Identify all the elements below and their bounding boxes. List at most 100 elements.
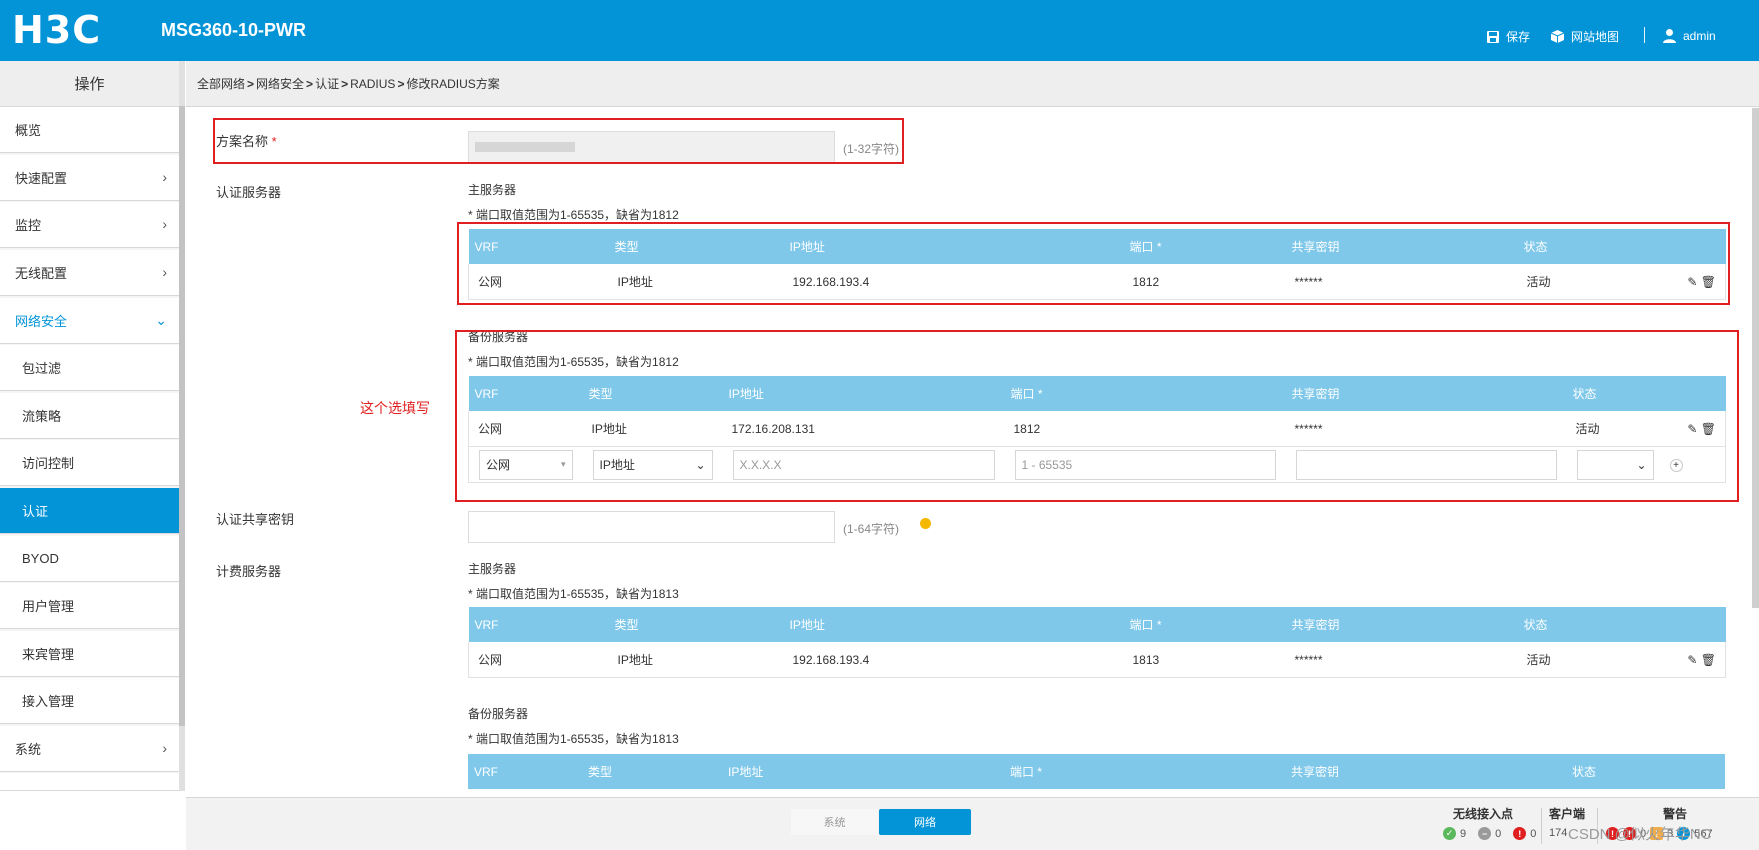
sidebar-item-label: 访问控制 <box>22 456 75 471</box>
col-port: 端口 * <box>1123 607 1286 642</box>
ap-off-count: 0 <box>1495 827 1502 840</box>
col-status: 状态 <box>1566 754 1663 789</box>
sidebar-item-network-security[interactable]: 网络安全 ⌄ <box>0 298 179 344</box>
user-icon <box>1663 29 1676 43</box>
sidebar-item-monitor[interactable]: 监控 › <box>0 202 179 248</box>
sidebar-item-label: 包过滤 <box>22 361 62 376</box>
main-scrollbar[interactable] <box>1752 108 1759 608</box>
sidebar-item-quick-config[interactable]: 快速配置 › <box>0 155 179 201</box>
breadcrumb: 全部网络 > 网络安全 > 认证 > RADIUS > 修改RADIUS方案 <box>186 61 1759 107</box>
cell-key: ****** <box>1285 642 1518 678</box>
tab-system[interactable]: 系统 <box>791 809 878 835</box>
sidebar-item-user-management[interactable]: 用户管理 <box>0 583 179 629</box>
save-label: 保存 <box>1506 30 1531 44</box>
acct-server-label: 计费服务器 <box>216 564 282 579</box>
sidebar-item-label: 网络安全 <box>15 314 68 329</box>
table-header-row: VRF 类型 IP地址 端口 * 共享密钥 状态 <box>468 754 1725 789</box>
sidebar-item-tools[interactable]: 工具 <box>0 773 179 791</box>
ap-status-line: ✓ 9 −0 ! 0 <box>1443 827 1536 840</box>
sidebar-item-label: 无线配置 <box>15 266 68 281</box>
col-actions <box>1663 754 1725 789</box>
cell-status: 活动 <box>1517 642 1668 678</box>
auth-server-label: 认证服务器 <box>216 185 282 200</box>
wireless-ap-label: 无线接入点 <box>1453 807 1514 821</box>
user-menu[interactable]: admin <box>1662 28 1716 43</box>
col-port: 端口 * <box>1004 754 1285 789</box>
col-type: 类型 <box>608 607 784 642</box>
csdn-watermark: CSDN @似火年华NC <box>1568 826 1712 843</box>
cell-port: 1813 <box>1123 642 1286 678</box>
save-button[interactable]: 保存 <box>1486 28 1530 45</box>
breadcrumb-current: 修改RADIUS方案 <box>406 77 500 91</box>
sidebar-item-label: 监控 <box>15 218 42 233</box>
ap-ok-count: 9 <box>1460 827 1467 840</box>
auth-key-label: 认证共享密钥 <box>216 512 295 527</box>
error-icon: ! <box>1513 827 1527 840</box>
col-vrf: VRF <box>468 607 609 642</box>
breadcrumb-separator: > <box>247 76 255 91</box>
sidebar-item-authentication[interactable]: 认证 <box>0 488 179 534</box>
sidebar-title: 操作 <box>0 61 179 107</box>
sidebar-item-system[interactable]: 系统 › <box>0 726 179 772</box>
acct-backup-table: VRF 类型 IP地址 端口 * 共享密钥 状态 <box>468 754 1725 789</box>
sidebar-item-wireless[interactable]: 无线配置 › <box>0 250 179 296</box>
save-icon <box>1487 30 1499 43</box>
col-key: 共享密钥 <box>1285 754 1566 789</box>
highlight-box-auth-primary <box>457 222 1730 305</box>
sidebar-item-label: 工具 <box>15 787 41 790</box>
auth-key-input[interactable] <box>468 511 835 543</box>
sidebar-item-access-management[interactable]: 接入管理 <box>0 678 179 724</box>
sidebar-item-label: 接入管理 <box>22 694 75 709</box>
alerts-label: 警告 <box>1663 807 1688 821</box>
sidebar-item-flow-policy[interactable]: 流策略 <box>0 393 179 439</box>
highlight-box-scheme-name <box>213 118 904 164</box>
breadcrumb-all-networks[interactable]: 全部网络 <box>197 75 245 92</box>
header-divider <box>1644 27 1645 43</box>
col-key: 共享密钥 <box>1285 607 1518 642</box>
sidebar-item-overview[interactable]: 概览 <box>0 107 179 153</box>
delete-icon[interactable]: 🗑 <box>1701 653 1716 667</box>
breadcrumb-authentication[interactable]: 认证 <box>315 75 339 92</box>
sidebar-item-label: 快速配置 <box>15 171 68 186</box>
breadcrumb-network-security[interactable]: 网络安全 <box>256 75 304 92</box>
annotation-text: 这个选填写 <box>360 400 430 416</box>
bottom-status-bar <box>186 797 1759 850</box>
sitemap-label: 网站地图 <box>1571 30 1620 44</box>
ap-err-count: 0 <box>1530 827 1537 840</box>
sidebar-scrollbar-thumb[interactable] <box>179 106 185 726</box>
tab-network[interactable]: 网络 <box>879 809 971 835</box>
sidebar-item-label: 认证 <box>22 504 49 519</box>
device-model: MSG360-10-PWR <box>161 20 307 40</box>
sidebar-item-label: 流策略 <box>22 409 62 424</box>
table-header-row: VRF 类型 IP地址 端口 * 共享密钥 状态 <box>468 607 1726 642</box>
table-row: 公网 IP地址 192.168.193.4 1813 ****** 活动 ✎ 🗑 <box>468 642 1726 678</box>
acct-primary-table: VRF 类型 IP地址 端口 * 共享密钥 状态 公网 IP地址 192.168… <box>468 607 1726 678</box>
col-vrf: VRF <box>468 754 582 789</box>
auth-primary-port-hint: * 端口取值范围为1-65535，缺省为1812 <box>468 208 679 222</box>
breadcrumb-radius[interactable]: RADIUS <box>350 77 395 91</box>
tip-bulb-icon[interactable] <box>920 518 931 529</box>
sidebar-item-label: 用户管理 <box>22 599 75 614</box>
highlight-box-auth-backup <box>455 330 1739 502</box>
sidebar-item-label: 系统 <box>15 742 42 757</box>
sidebar-item-guest-management[interactable]: 来宾管理 <box>0 631 179 677</box>
col-type: 类型 <box>582 754 722 789</box>
check-icon: ✓ <box>1443 827 1456 840</box>
sidebar-item-label: BYOD <box>22 551 59 566</box>
breadcrumb-separator: > <box>306 76 314 91</box>
clients-count: 174 <box>1549 827 1568 839</box>
auth-key-range: (1-64字符) <box>843 522 900 536</box>
col-ip: IP地址 <box>783 607 1124 642</box>
chevron-right-icon: › <box>162 216 167 232</box>
status-divider <box>1541 808 1542 844</box>
edit-icon[interactable]: ✎ <box>1687 653 1697 667</box>
cell-ip: 192.168.193.4 <box>783 642 1124 678</box>
breadcrumb-separator: > <box>397 76 405 91</box>
sidebar-item-packet-filter[interactable]: 包过滤 <box>0 345 179 391</box>
chevron-right-icon: › <box>162 740 167 756</box>
sitemap-button[interactable]: 网站地图 <box>1550 28 1619 45</box>
acct-primary-label: 主服务器 <box>468 562 517 576</box>
sidebar-item-byod[interactable]: BYOD <box>0 536 179 582</box>
acct-primary-port-hint: * 端口取值范围为1-65535，缺省为1813 <box>468 587 679 601</box>
sidebar-item-access-control[interactable]: 访问控制 <box>0 440 179 486</box>
